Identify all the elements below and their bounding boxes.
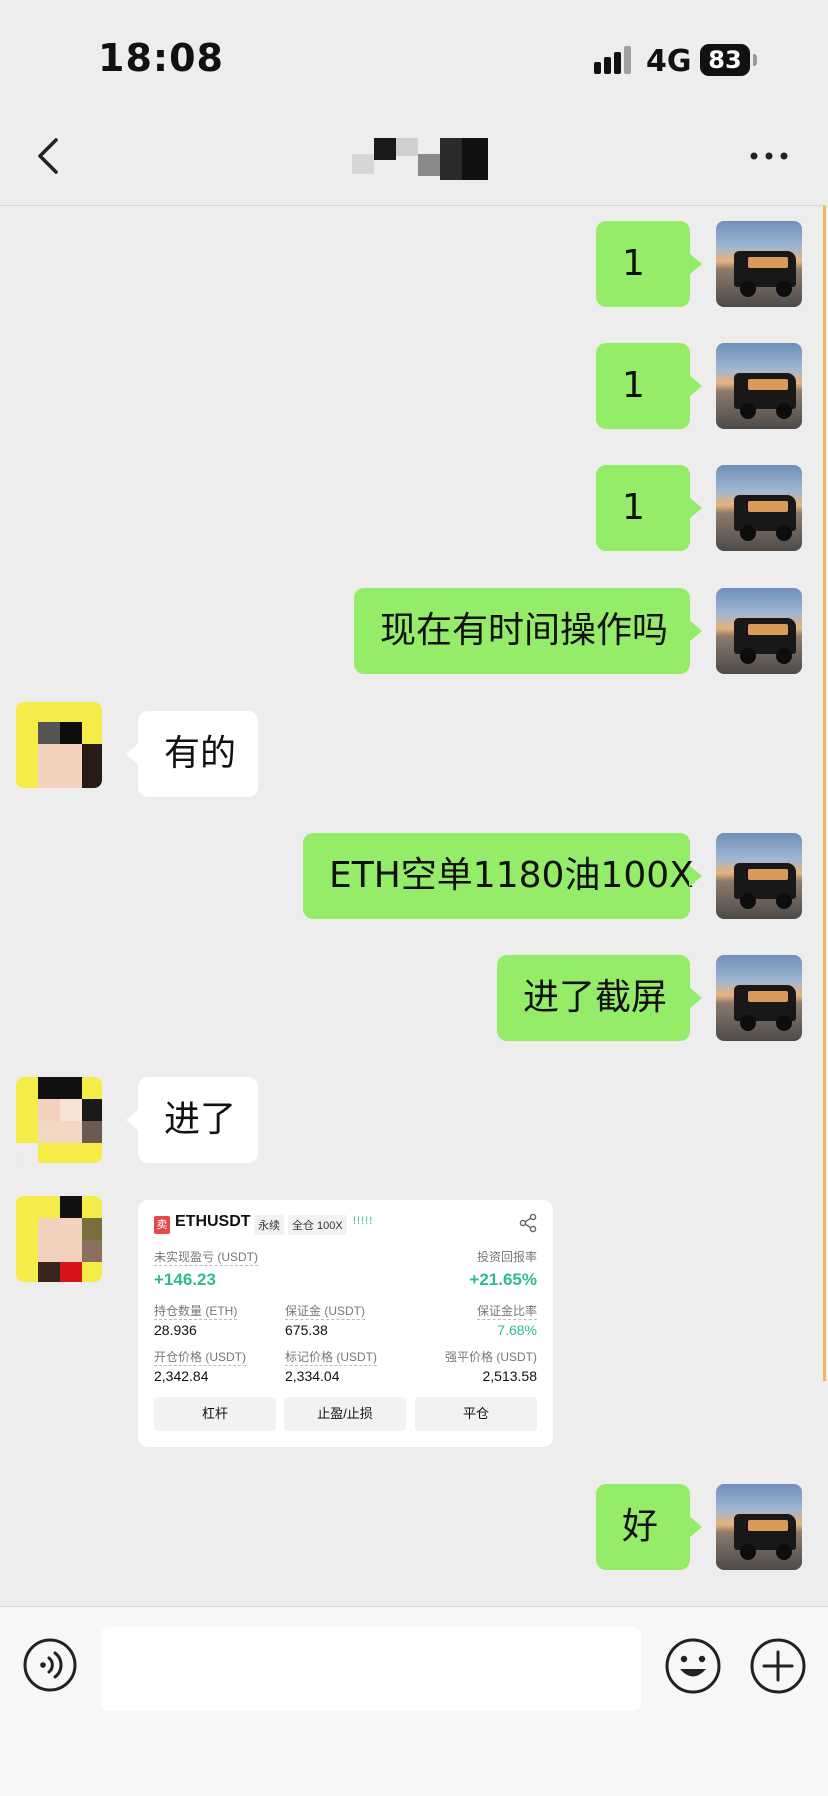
leverage-button[interactable]: 杠杆 xyxy=(154,1397,276,1431)
voice-input-icon[interactable] xyxy=(22,1637,78,1693)
roi-label: 投资回报率 xyxy=(476,1250,537,1264)
message-bubble-sent[interactable]: 1 xyxy=(596,343,702,429)
chat-title-redacted xyxy=(352,138,488,180)
signal-bars: !!!!! xyxy=(353,1215,374,1227)
back-arrow-icon[interactable] xyxy=(30,134,70,178)
my-avatar[interactable] xyxy=(716,1484,802,1570)
message-bubble-sent[interactable]: ETH空单1180油100X xyxy=(303,833,702,919)
sell-badge: 卖 xyxy=(154,1216,170,1234)
liq-price-value: 2,513.58 xyxy=(482,1368,538,1384)
position-size-label: 持仓数量 (ETH) xyxy=(154,1304,238,1320)
message-bubble-sent[interactable]: 好 xyxy=(596,1484,702,1570)
message-bubble-sent[interactable]: 进了截屏 xyxy=(497,955,702,1041)
message-bubble-sent[interactable]: 1 xyxy=(596,221,702,307)
margin-value: 675.38 xyxy=(285,1322,328,1338)
network-type: 4G xyxy=(646,44,692,79)
plus-icon[interactable] xyxy=(749,1637,807,1695)
status-bar: 18:08 4G 83 xyxy=(0,0,828,110)
perpetual-tag: 永续 xyxy=(254,1215,284,1235)
chat-header xyxy=(0,110,828,206)
message-bubble-sent[interactable]: 现在有时间操作吗 xyxy=(354,588,702,674)
battery-icon: 83 xyxy=(700,44,750,76)
my-avatar[interactable] xyxy=(716,833,802,919)
message-bubble-received[interactable]: 有的 xyxy=(126,711,258,797)
margin-mode-tag: 全仓 100X xyxy=(288,1215,347,1235)
unrealized-pnl-value: +146.23 xyxy=(154,1270,216,1289)
entry-price-label: 开仓价格 (USDT) xyxy=(154,1350,246,1366)
contact-avatar[interactable] xyxy=(16,1196,102,1282)
scroll-indicator xyxy=(823,206,826,1381)
message-bubble-sent[interactable]: 1 xyxy=(596,465,702,551)
emoji-icon[interactable] xyxy=(664,1637,722,1695)
position-size-value: 28.936 xyxy=(154,1322,197,1338)
message-input[interactable] xyxy=(101,1627,641,1711)
liq-price-label: 强平价格 (USDT) xyxy=(445,1350,537,1364)
signal-strength-icon xyxy=(594,46,636,74)
margin-label: 保证金 (USDT) xyxy=(285,1304,365,1320)
entry-price-value: 2,342.84 xyxy=(154,1368,209,1384)
mark-price-value: 2,334.04 xyxy=(285,1368,340,1384)
my-avatar[interactable] xyxy=(716,955,802,1041)
contact-avatar[interactable] xyxy=(16,702,102,788)
my-avatar[interactable] xyxy=(716,221,802,307)
more-options-icon[interactable] xyxy=(746,134,792,178)
contact-avatar[interactable] xyxy=(16,1077,102,1163)
my-avatar[interactable] xyxy=(716,465,802,551)
my-avatar[interactable] xyxy=(716,343,802,429)
my-avatar[interactable] xyxy=(716,588,802,674)
status-time: 18:08 xyxy=(98,36,224,80)
battery-tip xyxy=(753,54,757,66)
message-bubble-received[interactable]: 进了 xyxy=(126,1077,258,1163)
margin-ratio-value: 7.68% xyxy=(497,1322,537,1338)
share-icon xyxy=(519,1213,537,1233)
unrealized-pnl-label: 未实现盈亏 (USDT) xyxy=(154,1250,258,1266)
message-input-bar xyxy=(0,1606,828,1796)
mark-price-label: 标记价格 (USDT) xyxy=(285,1350,377,1366)
trade-screenshot-card[interactable]: 卖 ETHUSDT 永续 全仓 100X !!!!! 未实现盈亏 (USDT) … xyxy=(138,1200,553,1447)
tp-sl-button[interactable]: 止盈/止损 xyxy=(284,1397,406,1431)
margin-ratio-label: 保证金比率 xyxy=(476,1304,537,1320)
trade-symbol: ETHUSDT xyxy=(175,1213,251,1230)
roi-value: +21.65% xyxy=(469,1270,537,1289)
close-position-button[interactable]: 平仓 xyxy=(415,1397,537,1431)
